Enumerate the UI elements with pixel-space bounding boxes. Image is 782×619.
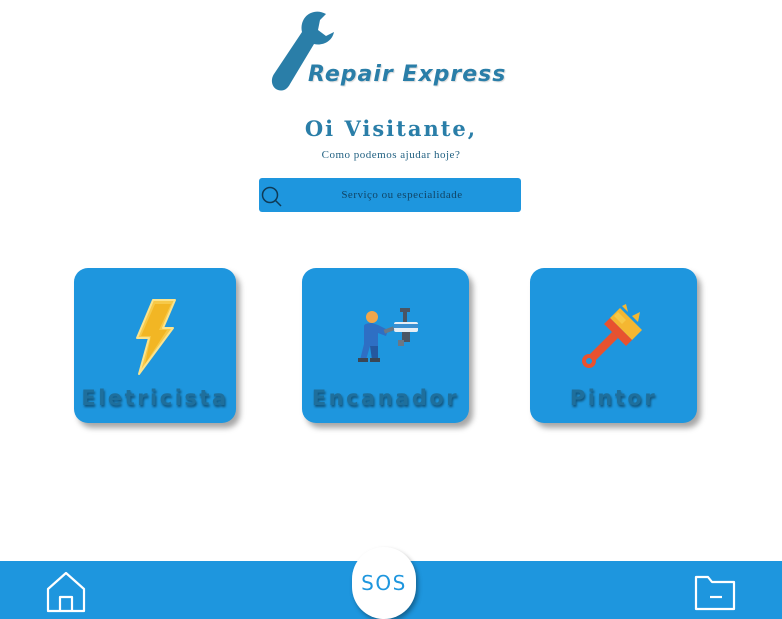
- brand-name: Repair Express: [308, 62, 507, 87]
- search-icon[interactable]: [260, 186, 282, 208]
- service-card-pintor[interactable]: Pintor: [530, 268, 697, 423]
- sos-button[interactable]: SOS: [352, 547, 416, 619]
- greeting-subtitle: Como podemos ajudar hoje?: [321, 149, 461, 161]
- service-label: Pintor: [569, 386, 658, 410]
- search-input[interactable]: [287, 178, 517, 212]
- paintbrush-icon: [581, 304, 642, 368]
- service-label: Encanador: [311, 386, 460, 410]
- service-card-eletricista[interactable]: Eletricista: [74, 268, 236, 423]
- service-label: Eletricista: [81, 386, 229, 410]
- page: Repair Express Oi Visitante, Como podemo…: [0, 0, 782, 619]
- folder-icon[interactable]: [692, 571, 738, 613]
- plumber-icon: [357, 308, 418, 362]
- lightning-icon: [136, 299, 176, 375]
- greeting-title: Oi Visitante,: [304, 116, 478, 141]
- service-card-encanador[interactable]: Encanador: [302, 268, 469, 423]
- home-icon[interactable]: [44, 569, 88, 615]
- app-logo: Repair Express: [266, 10, 536, 94]
- search-bar: [259, 178, 521, 212]
